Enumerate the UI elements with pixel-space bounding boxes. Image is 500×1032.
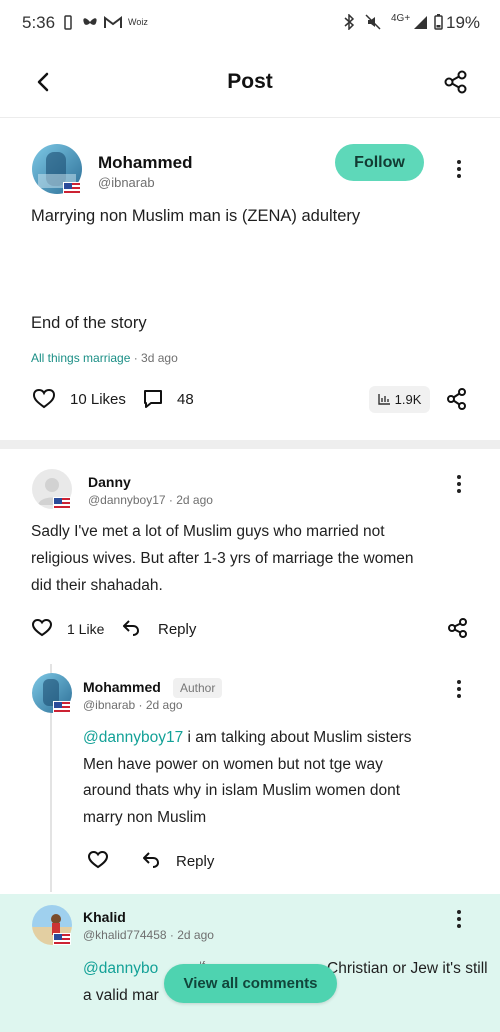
battery-percent: 19%	[446, 13, 481, 32]
commenter-name[interactable]: Khalid	[83, 909, 126, 925]
post-time: · 3d ago	[130, 351, 178, 365]
share-icon[interactable]	[444, 70, 468, 94]
views-count: 1.9K	[394, 392, 422, 407]
share-icon[interactable]	[446, 388, 468, 410]
comment-text-line: religious wives. But after 1-3 yrs of ma…	[31, 550, 414, 567]
battery-icon	[434, 14, 443, 30]
us-flag-icon	[53, 701, 71, 713]
view-all-comments-button[interactable]: View all comments	[164, 964, 337, 1003]
heart-icon[interactable]	[33, 389, 55, 409]
comment-text-line: did their shahadah.	[31, 577, 163, 594]
bar-chart-icon	[377, 394, 390, 405]
page-title: Post	[227, 70, 273, 93]
post-meta: All things marriage · 3d ago	[31, 351, 178, 365]
reply-button[interactable]: Reply	[176, 853, 214, 870]
status-time: 5:36	[22, 13, 56, 32]
comment-text-line: Sadly I've met a lot of Muslim guys who …	[31, 523, 385, 540]
topic-link[interactable]: All things marriage	[31, 351, 130, 365]
status-app-label: Woiz	[128, 17, 148, 27]
butterfly-icon	[83, 18, 97, 25]
post-author-handle[interactable]: @ibnarab	[98, 175, 155, 190]
comment-meta: @dannyboy17 · 2d ago	[88, 493, 213, 507]
comment-text-line: a valid mar	[83, 987, 159, 1004]
section-divider	[0, 440, 500, 449]
comment-text-fragment: Christian or Jew it's still	[327, 960, 488, 977]
commenter-name[interactable]: Mohammed	[83, 679, 161, 695]
gmail-icon	[104, 16, 122, 28]
reply-arrow-icon[interactable]	[122, 620, 140, 636]
us-flag-icon	[63, 182, 81, 194]
heart-icon[interactable]	[32, 619, 52, 637]
battery-saver-icon	[64, 15, 72, 30]
comment-text-line: marry non Muslim	[83, 809, 207, 826]
commenter-name[interactable]: Danny	[88, 474, 131, 490]
us-flag-icon	[53, 497, 71, 509]
comment-meta: @ibnarab · 2d ago	[83, 698, 183, 712]
views-chip[interactable]: 1.9K	[369, 386, 430, 413]
author-badge: Author	[173, 678, 223, 698]
more-options-icon[interactable]	[456, 910, 462, 931]
mention-link[interactable]: @dannyboy17	[83, 729, 183, 746]
us-flag-icon	[53, 933, 71, 945]
more-options-icon[interactable]	[456, 680, 462, 701]
bluetooth-icon	[344, 14, 355, 30]
post-text-line: Marrying non Muslim man is (ZENA) adulte…	[31, 207, 361, 225]
share-icon[interactable]	[448, 618, 468, 638]
more-options-icon[interactable]	[456, 475, 462, 496]
comment-text-line: @dannybo	[83, 960, 158, 978]
comment-icon[interactable]	[143, 389, 163, 409]
more-options-icon[interactable]	[456, 160, 462, 181]
reply-button[interactable]: Reply	[158, 621, 196, 638]
comment-text-fragment: i am talking about Muslim sisters	[183, 729, 412, 746]
reply-arrow-icon[interactable]	[142, 852, 160, 868]
signal-icon	[414, 16, 427, 29]
comment-likes[interactable]: 1 Like	[67, 621, 104, 637]
follow-button[interactable]: Follow	[335, 144, 424, 181]
comments-count[interactable]: 48	[177, 391, 194, 408]
heart-icon[interactable]	[88, 851, 108, 869]
mute-icon	[365, 14, 381, 30]
post-author-name[interactable]: Mohammed	[98, 153, 192, 173]
comment-text-line: around thats why in islam Muslim women d…	[83, 782, 401, 799]
mention-link[interactable]: @dannybo	[83, 960, 158, 977]
comment-text-line: Men have power on women but not tge way	[83, 756, 383, 773]
post-text-line: End of the story	[31, 314, 147, 332]
comment-meta: @khalid774458 · 2d ago	[83, 928, 214, 942]
status-bar: 5:36 Woiz 4G+ 19%	[0, 0, 500, 44]
network-type: 4G+	[391, 13, 411, 24]
comment-text-line: @dannyboy17 i am talking about Muslim si…	[83, 729, 411, 747]
likes-count[interactable]: 10 Likes	[70, 391, 126, 408]
top-app-bar: Post	[0, 44, 500, 118]
